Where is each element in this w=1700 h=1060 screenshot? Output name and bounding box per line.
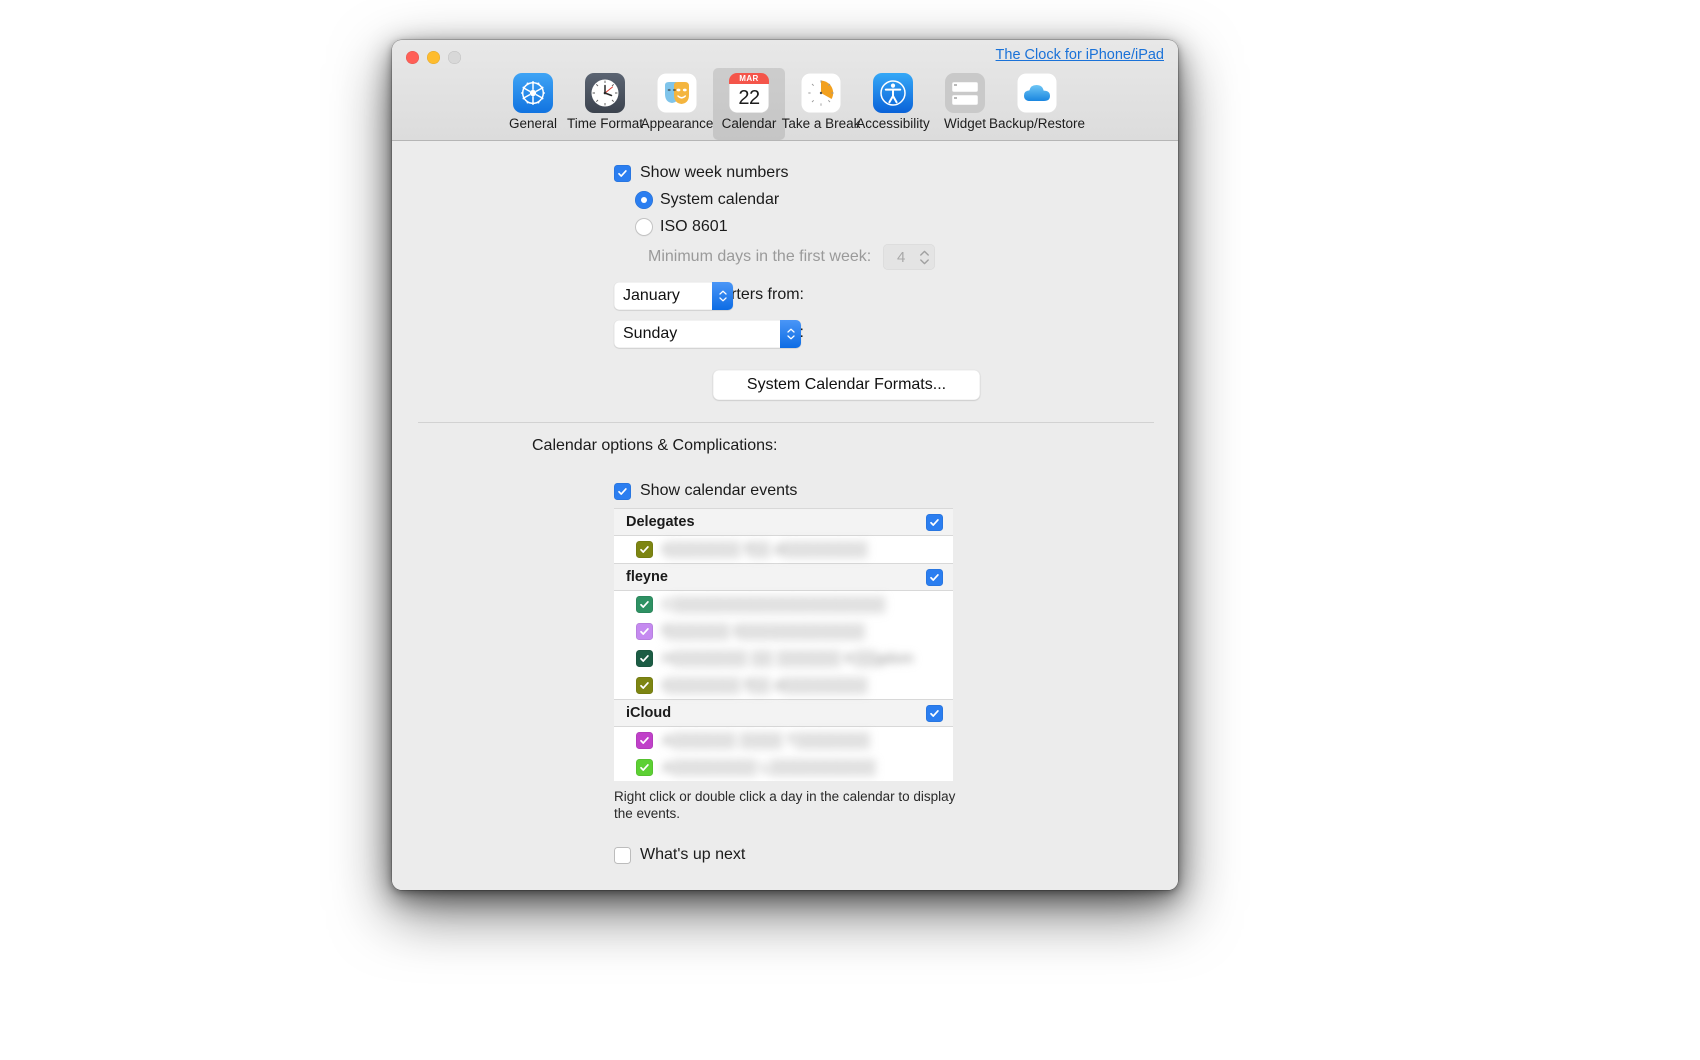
toolbar-item-backup-restore[interactable]: Backup/Restore [989,68,1085,140]
toolbar-item-accessibility[interactable]: Accessibility [856,68,930,140]
minimum-days-value: 4 [897,248,906,266]
start-quarters-select[interactable]: January [614,282,733,310]
close-button[interactable] [406,51,419,64]
show-calendar-events-row: Show calendar events [614,482,797,500]
toolbar-label-calendar: Calendar [721,116,777,131]
toolbar-item-appearance[interactable]: Appearance [641,68,713,140]
calendar-name: C▒▒▒▒▒▒▒▒▒▒▒▒▒▒▒▒▒▒▒▒ [662,596,886,613]
calendar-name: f▒▒▒▒▒▒ l▒▒▒▒▒▒▒▒▒▒▒▒ [662,623,865,640]
calendar-row[interactable]: t▒▒▒▒▒▒▒ f▒▒ d▒▒▒▒▒▒▒▒ [614,536,953,563]
show-week-numbers-checkbox[interactable] [614,164,631,182]
calendar-options-title: Calendar options & Complications: [532,437,778,454]
calendar-group-name: iCloud [626,705,672,721]
preferences-window: The Clock for iPhone/iPad General Time F… [392,40,1178,890]
show-week-numbers-label: Show week numbers [640,164,789,181]
window-controls [406,51,461,64]
system-calendar-formats-button[interactable]: System Calendar Formats... [713,370,980,400]
toolbar-label-time-format: Time Format [567,116,644,131]
calendar-group-checkbox[interactable] [926,513,943,531]
system-calendar-label: System calendar [660,191,780,208]
system-calendar-radio-row: System calendar [635,191,779,209]
calendar-group-header: iCloud [614,699,953,727]
whats-up-next-checkbox[interactable] [614,846,631,864]
theater-masks-icon [657,73,697,113]
calendar-name: t▒▒▒▒▒▒▒ f▒▒ d▒▒▒▒▒▒▒▒ [662,677,868,694]
calendar-settings-pane: Show week numbers System calendar ISO 86… [392,141,1178,890]
calendar-name: A▒▒▒▒▒▒ ▒▒▒▒ T▒▒▒▒▒▒▒ [662,732,870,749]
calendar-row[interactable]: t▒▒▒▒▒▒▒ f▒▒ d▒▒▒▒▒▒▒▒ [614,672,953,699]
whats-up-next-row: What's up next [614,846,745,864]
calendar-group-name: fleyne [626,569,668,585]
stepper-arrows-icon[interactable] [919,250,930,265]
toolbar-label-appearance: Appearance [640,116,714,131]
section-divider [418,422,1154,423]
calendar-color-checkbox[interactable] [636,759,653,776]
show-calendar-events-label: Show calendar events [640,482,798,499]
toolbar-label-accessibility: Accessibility [856,116,930,131]
calendar-icon-day: 22 [738,87,760,109]
calendar-color-checkbox[interactable] [636,541,653,558]
show-week-numbers-row: Show week numbers [614,164,789,182]
start-week-select[interactable]: Sunday [614,320,801,348]
calendar-group-checkbox[interactable] [926,704,943,722]
start-quarters-value: January [623,287,680,304]
start-quarters-chevron-icon[interactable] [712,282,733,310]
toolbar-item-calendar[interactable]: MAR 22 Calendar [713,68,785,140]
calendar-row[interactable]: H▒▒▒▒▒▒▒ ▒▒ ▒▒▒▒▒▒ K▒▒gdom [614,645,953,672]
zoom-button[interactable] [448,51,461,64]
calendar-group-header: fleyne [614,563,953,591]
show-calendar-events-checkbox[interactable] [614,482,631,500]
cloud-icon [1017,73,1057,113]
calendar-color-checkbox[interactable] [636,650,653,667]
iso-8601-label: ISO 8601 [660,218,728,235]
calendar-icon-month: MAR [729,73,769,84]
calendars-table[interactable]: Delegates t▒▒▒▒▒▒▒ f▒▒ d▒▒▒▒▒▒▒▒ fleyne C▒▒… [614,508,953,781]
widget-icon [945,73,985,113]
minimize-button[interactable] [427,51,440,64]
calendar-row[interactable]: A▒▒▒▒▒▒▒▒ L▒▒▒▒▒▒▒▒▒▒ [614,754,953,781]
start-week-chevron-icon[interactable] [780,320,801,348]
calendar-row[interactable]: C▒▒▒▒▒▒▒▒▒▒▒▒▒▒▒▒▒▒▒▒ [614,591,953,618]
clock-icon [585,73,625,113]
minimum-days-label: Minimum days in the first week: [648,248,872,265]
calendar-hint-text: Right click or double click a day in the… [614,789,956,821]
timer-icon [801,73,841,113]
system-calendar-radio[interactable] [635,191,653,209]
calendar-color-checkbox[interactable] [636,732,653,749]
the-clock-for-iphone-ipad-link[interactable]: The Clock for iPhone/iPad [996,47,1164,63]
calendar-color-checkbox[interactable] [636,623,653,640]
calendar-row[interactable]: f▒▒▒▒▒▒ l▒▒▒▒▒▒▒▒▒▒▒▒ [614,618,953,645]
iso-8601-radio-row: ISO 8601 [635,218,728,236]
iso-8601-radio[interactable] [635,218,653,236]
preferences-toolbar: General Time Format Appearance MAR 22 Ca… [392,68,1178,140]
toolbar-item-take-a-break[interactable]: Take a Break [782,68,860,140]
toolbar-label-take-a-break: Take a Break [781,116,861,131]
toolbar-item-general[interactable]: General [497,68,569,140]
calendar-color-checkbox[interactable] [636,677,653,694]
calendar-group-header: Delegates [614,508,953,536]
toolbar-label-backup-restore: Backup/Restore [988,116,1086,131]
calendar-group-name: Delegates [626,514,695,530]
desktop-background: The Clock for iPhone/iPad General Time F… [0,0,1700,1060]
calendar-color-checkbox[interactable] [636,596,653,613]
gear-icon [513,73,553,113]
accessibility-icon [873,73,913,113]
window-titlebar: The Clock for iPhone/iPad General Time F… [392,40,1178,141]
minimum-days-stepper[interactable]: 4 [883,244,936,270]
calendar-row[interactable]: A▒▒▒▒▒▒ ▒▒▒▒ T▒▒▒▒▒▒▒ [614,727,953,754]
minimum-days-row: Minimum days in the first week: 4 [648,244,936,270]
calendar-name: A▒▒▒▒▒▒▒▒ L▒▒▒▒▒▒▒▒▒▒ [662,759,876,776]
toolbar-label-general: General [508,116,558,131]
calendar-icon: MAR 22 [729,73,769,113]
toolbar-label-widget: Widget [943,116,987,131]
whats-up-next-label: What's up next [640,846,746,863]
toolbar-item-time-format[interactable]: Time Format [567,68,644,140]
calendar-group-checkbox[interactable] [926,568,943,586]
start-week-value: Sunday [623,325,678,342]
calendar-name: H▒▒▒▒▒▒▒ ▒▒ ▒▒▒▒▒▒ K▒▒gdom [662,650,914,667]
calendar-name: t▒▒▒▒▒▒▒ f▒▒ d▒▒▒▒▒▒▒▒ [662,541,868,558]
